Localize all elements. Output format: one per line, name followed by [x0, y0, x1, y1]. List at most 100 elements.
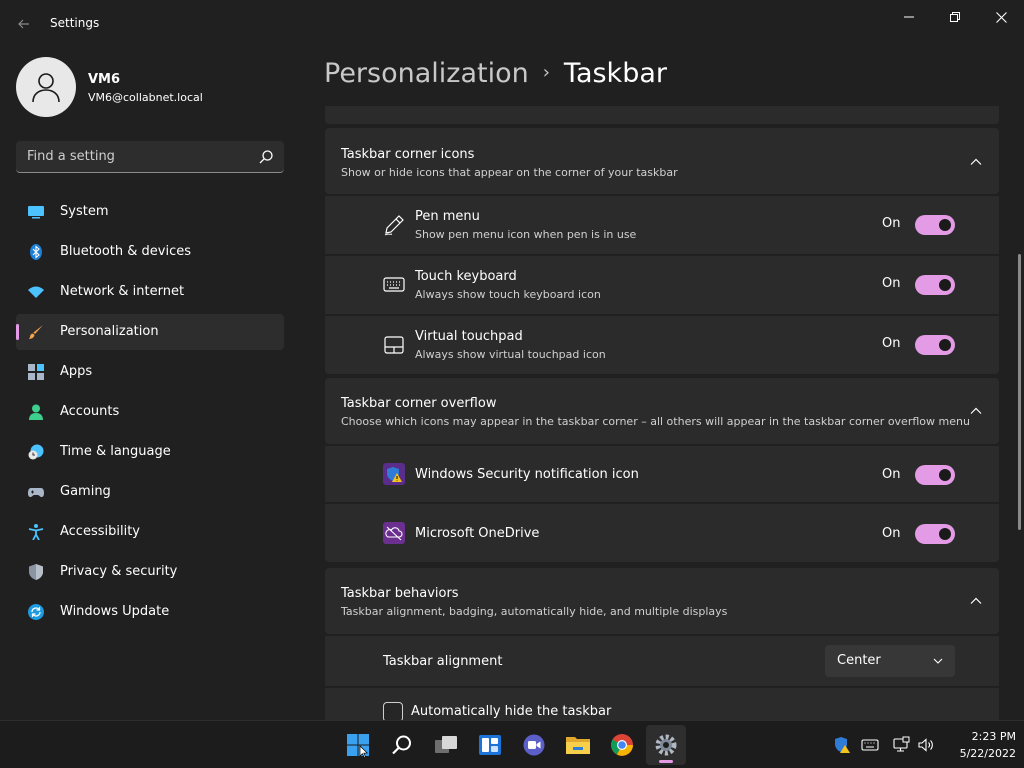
toggle-state-label: On	[882, 216, 901, 231]
toggle-knob	[939, 279, 951, 291]
search-input[interactable]	[16, 141, 246, 172]
brush-icon	[29, 325, 43, 339]
toggle-state-label: On	[882, 467, 901, 482]
touch-keyboard-toggle[interactable]	[915, 275, 955, 295]
file-explorer-icon	[566, 737, 590, 754]
teams-chat-icon	[523, 734, 545, 756]
close-icon	[995, 11, 1007, 23]
dropdown-value: Center	[837, 653, 881, 668]
keyboard-tray-icon[interactable]	[861, 736, 879, 754]
minimize-button[interactable]	[886, 4, 932, 30]
section-header-corner-overflow[interactable]: Taskbar corner overflow Choose which ico…	[325, 378, 999, 444]
onedrive-icon	[383, 522, 405, 544]
sidebar-item-bluetooth[interactable]: Bluetooth & devices	[16, 234, 284, 270]
sidebar-item-label: Time & language	[60, 444, 171, 459]
wifi-icon	[28, 286, 44, 298]
settings-app-button[interactable]	[646, 725, 686, 765]
section-title: Taskbar corner overflow	[341, 396, 497, 411]
page-title: Taskbar	[563, 58, 667, 89]
clock-date[interactable]: 5/22/2022	[946, 747, 1016, 760]
row-title: Windows Security notification icon	[415, 467, 639, 482]
onedrive-toggle[interactable]	[915, 524, 955, 544]
section-title: Taskbar corner icons	[341, 147, 475, 162]
avatar[interactable]	[16, 57, 76, 117]
sidebar: VM6 VM6@collabnet.local System Bluetooth…	[0, 48, 300, 720]
previous-section-card	[325, 106, 999, 124]
setting-row-onedrive: Microsoft OneDrive On	[325, 504, 999, 562]
restore-button[interactable]	[932, 4, 978, 30]
toggle-state-label: On	[882, 276, 901, 291]
section-subtitle: Show or hide icons that appear on the co…	[341, 166, 678, 179]
sidebar-item-personalization[interactable]: Personalization	[16, 314, 284, 350]
section-header-corner-icons[interactable]: Taskbar corner icons Show or hide icons …	[325, 128, 999, 194]
sidebar-item-accessibility[interactable]: Accessibility	[16, 514, 284, 550]
row-title: Microsoft OneDrive	[415, 526, 540, 541]
sidebar-item-apps[interactable]: Apps	[16, 354, 284, 390]
accessibility-icon	[28, 524, 44, 540]
chevron-up-icon[interactable]	[969, 404, 983, 418]
main-content: Personalization › Taskbar Taskbar corner i…	[300, 48, 1024, 720]
chevron-up-icon[interactable]	[969, 155, 983, 169]
setting-row-pen-menu: Pen menu Show pen menu icon when pen is …	[325, 196, 999, 254]
pen-icon	[384, 215, 404, 236]
setting-row-taskbar-alignment: Taskbar alignment Center	[325, 636, 999, 686]
breadcrumb: Personalization › Taskbar	[324, 58, 667, 89]
sidebar-item-label: Gaming	[60, 484, 111, 499]
search-icon	[392, 735, 411, 755]
start-button[interactable]	[338, 725, 378, 765]
sidebar-item-label: Bluetooth & devices	[60, 244, 191, 259]
virtual-touchpad-toggle[interactable]	[915, 335, 955, 355]
pen-menu-toggle[interactable]	[915, 215, 955, 235]
user-name: VM6	[88, 72, 121, 87]
windows-security-toggle[interactable]	[915, 465, 955, 485]
chevron-up-icon[interactable]	[969, 594, 983, 608]
sidebar-item-gaming[interactable]: Gaming	[16, 474, 284, 510]
close-button[interactable]	[978, 4, 1024, 30]
row-title: Virtual touchpad	[415, 329, 523, 344]
teams-chat-button[interactable]	[514, 725, 554, 765]
taskbar-alignment-dropdown[interactable]: Center	[825, 645, 955, 677]
windows-security-icon	[383, 463, 405, 485]
sidebar-item-label: Privacy & security	[60, 564, 178, 579]
sidebar-item-system[interactable]: System	[16, 194, 284, 230]
taskbar: 2:23 PM 5/22/2022	[0, 720, 1024, 768]
chevron-down-icon	[933, 658, 943, 664]
volume-icon[interactable]	[917, 736, 935, 754]
windows-security-tray-icon[interactable]	[833, 736, 851, 754]
chrome-icon	[611, 734, 633, 756]
network-tray-icon[interactable]	[892, 736, 910, 754]
breadcrumb-parent[interactable]: Personalization	[324, 58, 529, 89]
sidebar-item-privacy-security[interactable]: Privacy & security	[16, 554, 284, 590]
toggle-state-label: On	[882, 336, 901, 351]
task-view-button[interactable]	[426, 725, 466, 765]
user-icon	[32, 73, 60, 103]
sidebar-nav: System Bluetooth & devices Network & int…	[16, 194, 284, 634]
sidebar-item-label: System	[60, 204, 109, 219]
toggle-state-label: On	[882, 526, 901, 541]
widgets-icon	[479, 735, 501, 755]
sidebar-item-network[interactable]: Network & internet	[16, 274, 284, 310]
apps-icon	[28, 364, 44, 380]
setting-row-touch-keyboard: Touch keyboard Always show touch keyboar…	[325, 256, 999, 314]
setting-row-virtual-touchpad: Virtual touchpad Always show virtual tou…	[325, 316, 999, 374]
taskbar-search-button[interactable]	[382, 725, 422, 765]
back-button[interactable]	[12, 12, 36, 36]
widgets-button[interactable]	[470, 725, 510, 765]
sidebar-item-windows-update[interactable]: Windows Update	[16, 594, 284, 630]
chrome-button[interactable]	[602, 725, 642, 765]
section-header-behaviors[interactable]: Taskbar behaviors Taskbar alignment, bad…	[325, 568, 999, 634]
row-title[interactable]: Automatically hide the taskbar	[411, 704, 611, 719]
sidebar-item-accounts[interactable]: Accounts	[16, 394, 284, 430]
row-title: Touch keyboard	[415, 269, 517, 284]
scrollbar-thumb[interactable]	[1018, 254, 1021, 530]
file-explorer-button[interactable]	[558, 725, 598, 765]
task-view-icon	[435, 736, 457, 753]
search-icon[interactable]	[258, 149, 274, 165]
minimize-icon	[904, 16, 914, 18]
autohide-checkbox[interactable]	[383, 702, 403, 720]
toggle-knob	[939, 469, 951, 481]
clock-time[interactable]: 2:23 PM	[946, 730, 1016, 743]
sidebar-item-label: Personalization	[60, 324, 159, 339]
sidebar-item-time-language[interactable]: Time & language	[16, 434, 284, 470]
user-email: VM6@collabnet.local	[88, 91, 203, 104]
